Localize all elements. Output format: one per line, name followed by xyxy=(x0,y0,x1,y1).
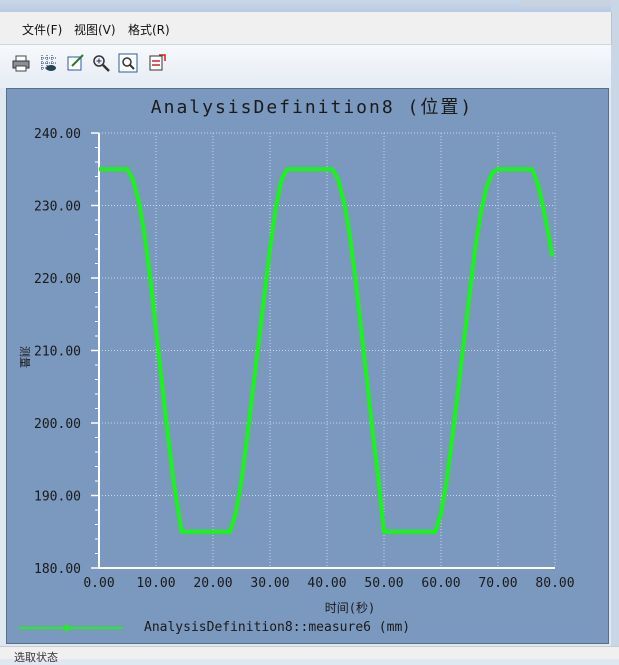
zoom-in-icon[interactable] xyxy=(91,53,111,73)
menu-file[interactable]: 文件(F) xyxy=(22,21,62,38)
toolbar xyxy=(0,44,611,84)
edit-icon[interactable] xyxy=(66,53,86,73)
zoom-window-icon[interactable] xyxy=(118,53,138,73)
status-bar: 选取状态 xyxy=(0,646,619,664)
y-axis-label: 测量 xyxy=(18,346,31,368)
y-tick-label: 210.00 xyxy=(34,345,81,360)
menu-bar: 文件(F) 视图(V) 格式(R) xyxy=(0,12,612,44)
x-tick-labels: 0.00 10.00 20.00 30.00 40.00 50.00 60.00 70.00 8… xyxy=(83,576,574,591)
y-tick-label: 200.00 xyxy=(34,417,81,432)
window-border xyxy=(611,0,619,658)
y-minor-ticks xyxy=(91,132,99,569)
window-titlebar[interactable] xyxy=(0,0,619,12)
x-tick-label: 40.00 xyxy=(307,576,346,591)
chart-title: AnalysisDefinition8 (位置) xyxy=(151,97,473,118)
x-tick-label: 80.00 xyxy=(535,576,574,591)
legend-label: AnalysisDefinition8::measure6 (mm) xyxy=(144,620,410,635)
x-tick-label: 0.00 xyxy=(83,576,114,591)
export-icon[interactable] xyxy=(147,53,167,73)
x-tick-label: 50.00 xyxy=(364,576,403,591)
y-tick-label: 220.00 xyxy=(34,272,81,287)
x-axis-label: 时间(秒) xyxy=(325,601,375,615)
series-line-measure6 xyxy=(99,167,555,534)
plot-frame: AnalysisDefinition8 (位置) 180.00 190.00 200… xyxy=(6,88,609,644)
y-tick-label: 240.00 xyxy=(34,127,81,142)
y-tick-label: 180.00 xyxy=(34,562,81,577)
x-tick-label: 60.00 xyxy=(421,576,460,591)
x-tick-label: 20.00 xyxy=(193,576,232,591)
menu-view[interactable]: 视图(V) xyxy=(74,21,116,38)
print-icon[interactable] xyxy=(11,53,31,73)
grid-lines xyxy=(99,132,556,568)
x-tick-label: 10.00 xyxy=(136,576,175,591)
y-tick-label: 230.00 xyxy=(34,200,81,215)
window-controls[interactable] xyxy=(521,0,611,6)
y-tick-labels: 180.00 190.00 200.00 210.00 220.00 230.00 240.… xyxy=(34,127,81,577)
status-text: 选取状态 xyxy=(14,651,58,664)
x-tick-label: 30.00 xyxy=(250,576,289,591)
menu-format[interactable]: 格式(R) xyxy=(128,21,170,38)
legend-marker-icon xyxy=(65,624,73,632)
grid-icon[interactable] xyxy=(39,53,59,73)
x-tick-label: 70.00 xyxy=(478,576,517,591)
chart: AnalysisDefinition8 (位置) 180.00 190.00 200… xyxy=(18,97,575,635)
y-tick-label: 190.00 xyxy=(34,490,81,505)
